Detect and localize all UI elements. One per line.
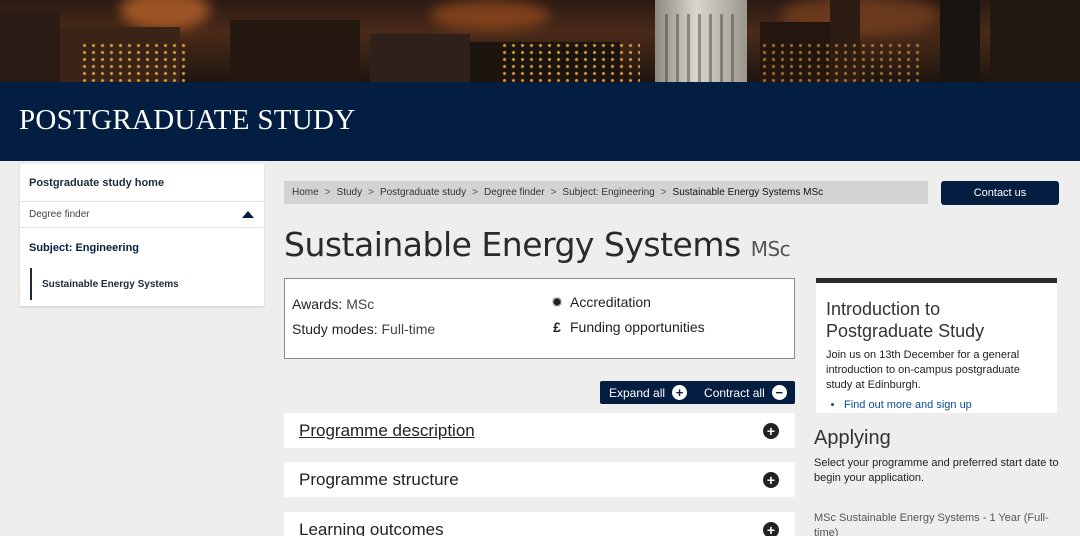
side-navigation: Postgraduate study home Degree finder Su…: [20, 164, 264, 306]
chevron-up-icon[interactable]: [242, 211, 254, 218]
breadcrumb-separator: >: [472, 187, 478, 198]
accreditation-link[interactable]: ✹ Accreditation: [548, 294, 651, 311]
plus-circle-icon[interactable]: +: [763, 471, 779, 488]
intro-card-text: Join us on 13th December for a general i…: [826, 349, 1020, 391]
programme-option[interactable]: MSc Sustainable Energy Systems - 1 Year …: [814, 511, 1059, 536]
intro-card-links: Find out more and sign up: [826, 399, 1047, 411]
awards-value: MSc: [346, 296, 375, 312]
awards-label: Awards:: [292, 296, 343, 312]
plus-circle-icon[interactable]: +: [763, 422, 779, 439]
expand-all-button[interactable]: Expand all +: [600, 385, 688, 400]
breadcrumb-link[interactable]: Subject: Engineering: [562, 187, 654, 198]
breadcrumb-separator: >: [660, 187, 667, 198]
pound-sign-icon: £: [553, 319, 561, 335]
study-modes-fact: Study modes: Full-time: [292, 321, 435, 337]
breadcrumb-separator: >: [324, 187, 331, 198]
accreditation-badge-icon: ✹: [551, 294, 563, 310]
sidebar-item-label: Degree finder: [29, 209, 90, 220]
banner-title: POSTGRADUATE STUDY: [19, 104, 356, 136]
study-modes-value: Full-time: [381, 321, 436, 337]
sidebar-item-degree-finder[interactable]: Degree finder: [20, 202, 264, 228]
breadcrumb-current: Sustainable Energy Systems MSc: [672, 187, 824, 198]
breadcrumb: Home > Study > Postgraduate study > Degr…: [284, 181, 928, 204]
page-title: Sustainable Energy Systems MSc: [284, 225, 791, 264]
intro-card-title: Introduction to Postgraduate Study: [826, 299, 985, 341]
programme-award: MSc: [750, 237, 791, 261]
contract-all-button[interactable]: Contract all −: [687, 385, 787, 400]
breadcrumb-link[interactable]: Postgraduate study: [380, 187, 466, 198]
minus-circle-icon: −: [771, 385, 787, 400]
funding-link[interactable]: £ Funding opportunities: [548, 319, 705, 335]
accordion-title: Learning outcomes: [299, 519, 444, 536]
applying-text: Select your programme and preferred star…: [814, 457, 1059, 484]
plus-circle-icon[interactable]: +: [763, 521, 779, 536]
breadcrumb-link[interactable]: Study: [337, 187, 363, 198]
contract-all-label: Contract all: [704, 385, 765, 400]
accordion-programme-structure[interactable]: Programme structure +: [284, 462, 795, 497]
sign-up-link[interactable]: Find out more and sign up: [844, 399, 1047, 411]
sidebar-item-current[interactable]: Sustainable Energy Systems: [30, 268, 264, 300]
applying-title: Applying: [814, 427, 891, 449]
plus-circle-icon: +: [672, 385, 688, 400]
breadcrumb-link[interactable]: Degree finder: [484, 187, 545, 198]
breadcrumb-separator: >: [550, 187, 557, 198]
accordion-learning-outcomes[interactable]: Learning outcomes +: [284, 512, 795, 536]
programme-name: Sustainable Energy Systems: [284, 225, 741, 264]
awards-fact: Awards: MSc: [292, 296, 374, 312]
programme-facts: Awards: MSc Study modes: Full-time ✹ Accr…: [284, 278, 795, 359]
accordion-controls: Expand all + Contract all −: [600, 381, 795, 404]
hero-image: [0, 0, 1080, 82]
expand-all-label: Expand all: [609, 385, 666, 400]
study-modes-label: Study modes:: [292, 321, 378, 337]
breadcrumb-link[interactable]: Home: [292, 187, 319, 198]
accordion-title: Programme structure: [299, 469, 459, 489]
contact-us-button[interactable]: Contact us: [941, 181, 1059, 205]
site-banner: POSTGRADUATE STUDY: [0, 82, 1080, 161]
sidebar-item-home[interactable]: Postgraduate study home: [20, 164, 264, 202]
accordion-title: Programme description: [299, 420, 475, 440]
breadcrumb-separator: >: [368, 187, 374, 198]
applying-section: Applying Select your programme and prefe…: [814, 427, 1059, 536]
funding-label: Funding opportunities: [570, 319, 705, 335]
sidebar-item-subject[interactable]: Subject: Engineering: [20, 228, 264, 268]
accreditation-label: Accreditation: [570, 294, 651, 310]
intro-event-card: Introduction to Postgraduate Study Join …: [816, 278, 1057, 413]
accordion-programme-description[interactable]: Programme description +: [284, 413, 795, 448]
monument-illustration: [655, 0, 747, 82]
